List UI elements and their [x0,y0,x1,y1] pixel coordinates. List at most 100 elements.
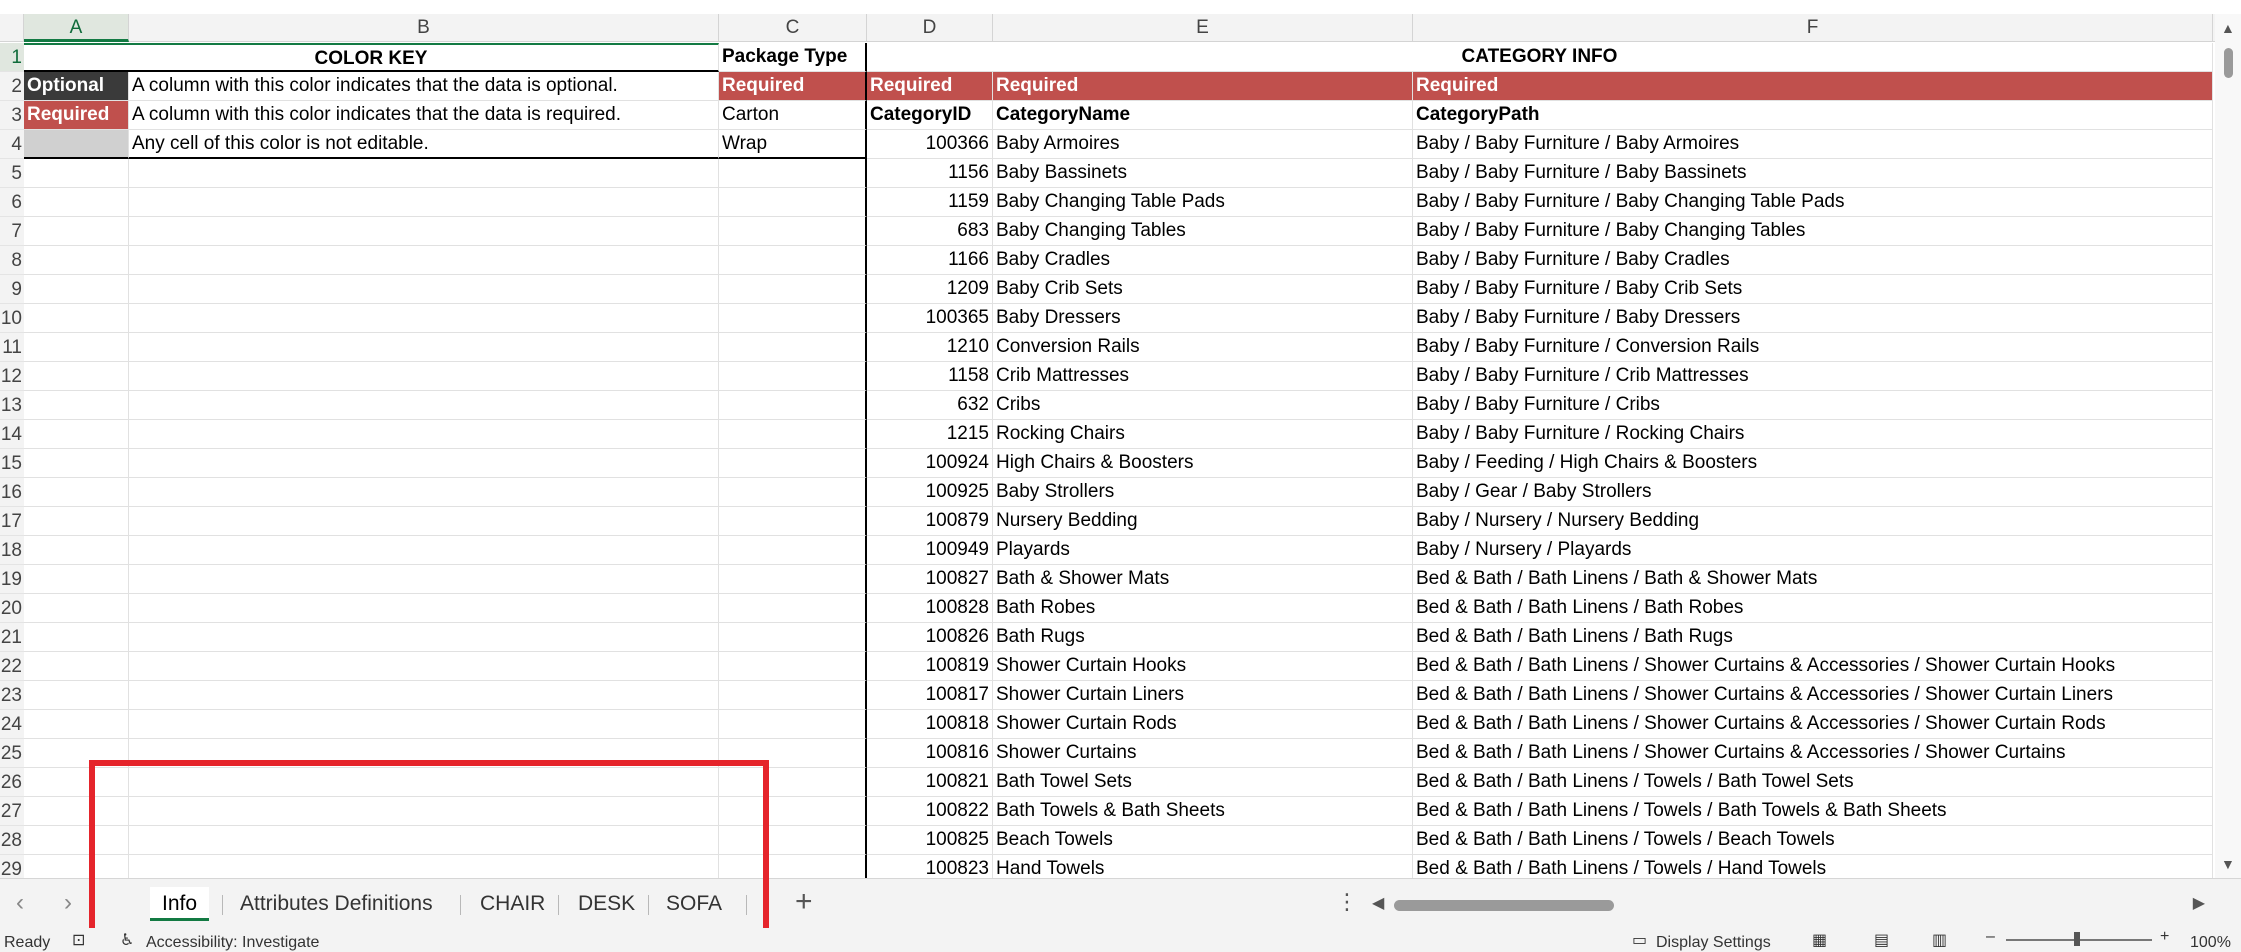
category-id-cell[interactable]: 100817 [867,681,993,710]
macro-record-icon[interactable]: ⊡ [72,930,85,950]
horizontal-scroll-thumb[interactable] [1394,900,1614,911]
zoom-out-icon[interactable]: – [1986,928,1995,946]
scroll-up-icon[interactable]: ▲ [2221,20,2235,36]
cell-empty[interactable] [719,449,867,478]
next-sheet-icon[interactable]: › [64,889,72,917]
category-name-cell[interactable]: Bath Towel Sets [993,768,1413,797]
row-header-21[interactable]: 21 [0,623,24,652]
cell-empty[interactable] [719,797,867,826]
column-header-b[interactable]: B [129,14,719,42]
category-name-cell[interactable]: Cribs [993,391,1413,420]
category-path-cell[interactable]: Baby / Baby Furniture / Baby Dressers [1413,304,2213,333]
category-id-cell[interactable]: 632 [867,391,993,420]
scroll-left-icon[interactable]: ◀ [1372,893,1384,913]
cell-empty[interactable] [24,362,129,391]
cell-empty[interactable] [24,275,129,304]
cell-empty[interactable] [719,159,867,188]
cell-empty[interactable] [719,275,867,304]
cell-empty[interactable] [24,246,129,275]
row-header-12[interactable]: 12 [0,362,24,391]
category-path-cell[interactable]: Baby / Baby Furniture / Rocking Chairs [1413,420,2213,449]
category-id-cell[interactable]: 683 [867,217,993,246]
category-id-cell[interactable]: 100818 [867,710,993,739]
category-id-cell[interactable]: 100827 [867,565,993,594]
header-category-path[interactable]: CategoryPath [1413,101,2213,130]
category-name-cell[interactable]: Bath Towels & Bath Sheets [993,797,1413,826]
cell-empty[interactable] [129,449,719,478]
row-header-1[interactable]: 1 [0,43,24,72]
row-header-8[interactable]: 8 [0,246,24,275]
cell-empty[interactable] [129,507,719,536]
prev-sheet-icon[interactable]: ‹ [16,889,24,917]
cell-empty[interactable] [24,826,129,855]
category-name-cell[interactable]: Rocking Chairs [993,420,1413,449]
category-path-cell[interactable]: Bed & Bath / Bath Linens / Shower Curtai… [1413,681,2213,710]
category-name-cell[interactable]: Baby Changing Tables [993,217,1413,246]
cell-empty[interactable] [24,797,129,826]
category-path-required[interactable]: Required [1413,72,2213,101]
select-all-corner[interactable] [0,14,24,42]
category-path-cell[interactable]: Baby / Gear / Baby Strollers [1413,478,2213,507]
cell-empty[interactable] [129,275,719,304]
cell-empty[interactable] [719,217,867,246]
category-name-cell[interactable]: Hand Towels [993,855,1413,878]
category-name-cell[interactable]: Playards [993,536,1413,565]
cell-empty[interactable] [719,855,867,878]
cell-empty[interactable] [719,188,867,217]
package-value-wrap[interactable]: Wrap [719,130,867,159]
display-settings-button[interactable]: Display Settings [1656,934,1771,952]
row-header-19[interactable]: 19 [0,565,24,594]
vertical-scrollbar[interactable]: ▲ ▼ [2215,14,2241,878]
row-header-3[interactable]: 3 [0,101,24,130]
row-header-29[interactable]: 29 [0,855,24,878]
cell-empty[interactable] [129,362,719,391]
category-id-cell[interactable]: 100821 [867,768,993,797]
row-header-27[interactable]: 27 [0,797,24,826]
package-value-carton[interactable]: Carton [719,101,867,130]
scroll-right-icon[interactable]: ▶ [2193,893,2205,913]
category-path-cell[interactable]: Bed & Bath / Bath Linens / Bath & Shower… [1413,565,2213,594]
more-options-icon[interactable]: ⋮ [1336,889,1358,915]
cell-empty[interactable] [719,507,867,536]
category-path-cell[interactable]: Baby / Baby Furniture / Baby Changing Ta… [1413,217,2213,246]
category-path-cell[interactable]: Baby / Baby Furniture / Baby Armoires [1413,130,2213,159]
horizontal-scrollbar[interactable]: ◀ ▶ [1372,891,2205,917]
tab-chair[interactable]: CHAIR [468,887,557,921]
spreadsheet-grid[interactable]: COLOR KEY Package Type CATEGORY INFO Opt… [24,43,2214,878]
cell-empty[interactable] [129,333,719,362]
cell-empty[interactable] [129,159,719,188]
category-id-cell[interactable]: 1209 [867,275,993,304]
category-info-title[interactable]: CATEGORY INFO [867,43,2213,72]
add-sheet-button[interactable]: + [795,885,813,919]
row-header-18[interactable]: 18 [0,536,24,565]
row-header-17[interactable]: 17 [0,507,24,536]
cell-empty[interactable] [24,217,129,246]
cell-empty[interactable] [719,768,867,797]
category-id-cell[interactable]: 100826 [867,623,993,652]
category-path-cell[interactable]: Bed & Bath / Bath Linens / Shower Curtai… [1413,652,2213,681]
cell-empty[interactable] [129,188,719,217]
category-path-cell[interactable]: Baby / Baby Furniture / Cribs [1413,391,2213,420]
tab-desk[interactable]: DESK [566,887,647,921]
category-name-cell[interactable]: Crib Mattresses [993,362,1413,391]
tab-info[interactable]: Info [150,887,210,921]
category-name-cell[interactable]: Baby Bassinets [993,159,1413,188]
normal-view-icon[interactable]: ▦ [1812,930,1827,950]
category-path-cell[interactable]: Bed & Bath / Bath Linens / Towels / Beac… [1413,826,2213,855]
row-header-20[interactable]: 20 [0,594,24,623]
cell-empty[interactable] [24,681,129,710]
cell-empty[interactable] [129,420,719,449]
category-id-cell[interactable]: 1159 [867,188,993,217]
category-name-cell[interactable]: Beach Towels [993,826,1413,855]
column-header-d[interactable]: D [867,14,993,42]
cell-empty[interactable] [24,739,129,768]
category-path-cell[interactable]: Bed & Bath / Bath Linens / Bath Robes [1413,594,2213,623]
cell-empty[interactable] [24,710,129,739]
row-header-10[interactable]: 10 [0,304,24,333]
cell-empty[interactable] [129,304,719,333]
category-id-cell[interactable]: 100819 [867,652,993,681]
cell-empty[interactable] [129,217,719,246]
cell-empty[interactable] [719,420,867,449]
row-header-11[interactable]: 11 [0,333,24,362]
cell-empty[interactable] [719,333,867,362]
